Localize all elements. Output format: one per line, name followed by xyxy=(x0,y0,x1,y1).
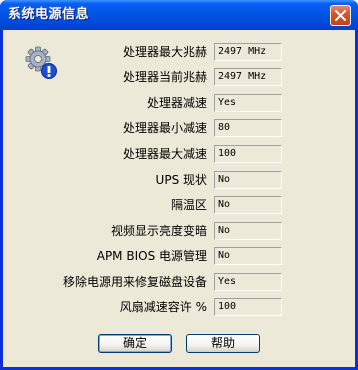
dialog-body: 处理器最大兆赫 2497 MHz 处理器当前兆赫 2497 MHz 处理器减速 … xyxy=(3,30,355,367)
row-value: 2497 MHz xyxy=(214,68,282,86)
row-label: 视频显示亮度变暗 xyxy=(110,224,207,238)
row-label: 处理器减速 xyxy=(146,96,207,110)
row-ups-status: UPS 现状 No xyxy=(3,170,355,190)
title-bar[interactable]: 系统电源信息 xyxy=(0,0,358,30)
row-value: 80 xyxy=(214,119,282,137)
ok-button[interactable]: 确定 xyxy=(98,334,172,353)
row-value: No xyxy=(214,222,282,240)
row-spindown: 移除电源用来修复磁盘设备 Yes xyxy=(3,272,355,292)
row-label: APM BIOS 电源管理 xyxy=(96,249,207,263)
row-label: 处理器当前兆赫 xyxy=(122,70,207,84)
row-throttle: 处理器减速 Yes xyxy=(3,93,355,113)
row-max-throttle: 处理器最大减速 100 xyxy=(3,144,355,164)
row-label: 移除电源用来修复磁盘设备 xyxy=(62,275,207,289)
row-value: 100 xyxy=(214,145,282,163)
row-video-dim: 视频显示亮度变暗 No xyxy=(3,221,355,241)
row-apm-bios: APM BIOS 电源管理 No xyxy=(3,246,355,266)
row-label: 处理器最大兆赫 xyxy=(122,45,207,59)
window-title: 系统电源信息 xyxy=(8,7,90,22)
row-value: Yes xyxy=(214,273,282,291)
row-value: No xyxy=(214,196,282,214)
row-value: No xyxy=(214,171,282,189)
row-label: 处理器最小减速 xyxy=(122,121,207,135)
row-label: UPS 现状 xyxy=(155,173,207,187)
row-fan-throttle: 风扇减速容许 % 100 xyxy=(3,297,355,317)
help-button[interactable]: 帮助 xyxy=(186,334,260,353)
row-value: 2497 MHz xyxy=(214,43,282,61)
row-thermal-zone: 隔温区 No xyxy=(3,195,355,215)
row-label: 风扇减速容许 % xyxy=(119,300,207,314)
row-value: No xyxy=(214,247,282,265)
system-power-info-dialog: 系统电源信息 处理器最大兆赫 2497 MHz 处理器当前兆赫 2497 MHz… xyxy=(0,0,358,370)
row-max-mhz: 处理器最大兆赫 2497 MHz xyxy=(3,42,355,62)
row-value: 100 xyxy=(214,298,282,316)
row-value: Yes xyxy=(214,94,282,112)
row-current-mhz: 处理器当前兆赫 2497 MHz xyxy=(3,67,355,87)
row-min-throttle: 处理器最小减速 80 xyxy=(3,118,355,138)
row-label: 处理器最大减速 xyxy=(122,147,207,161)
close-x-icon xyxy=(335,10,346,21)
row-label: 隔温区 xyxy=(170,198,207,212)
close-button[interactable] xyxy=(330,5,351,26)
